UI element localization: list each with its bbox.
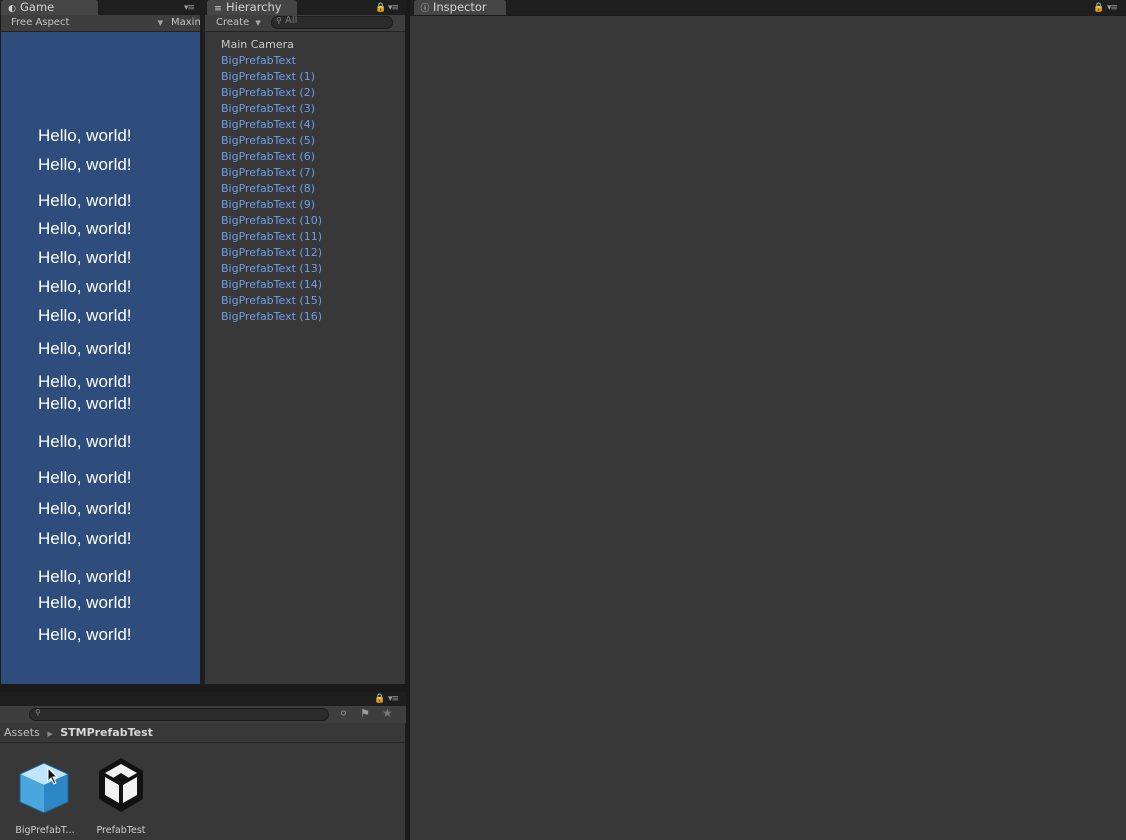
search-icon: ⚲ — [276, 16, 282, 25]
hello-world-text: Hello, world! — [38, 219, 132, 238]
chevron-down-icon: ▼ — [255, 19, 261, 27]
mouse-cursor-icon — [47, 767, 59, 785]
inspector-tab-bar — [410, 0, 1126, 15]
tab-inspector[interactable]: ⓘ Inspector — [414, 0, 506, 15]
hierarchy-search-placeholder: All — [285, 15, 298, 26]
breadcrumb-root[interactable]: Assets — [4, 726, 40, 739]
hello-world-text: Hello, world! — [38, 432, 132, 451]
hierarchy-item-prefab[interactable]: BigPrefabText (9) — [221, 197, 315, 213]
asset-item-bigprefabtext[interactable]: BigPrefabT... — [10, 753, 80, 836]
game-panel-menu-icon[interactable]: ▾≡ — [184, 3, 195, 13]
game-toolbar: Free Aspect ▼ Maxim — [1, 15, 200, 32]
breadcrumb-separator-icon: ▶ — [47, 730, 53, 738]
chevron-down-icon: ▼ — [157, 19, 163, 27]
tab-hierarchy-label: Hierarchy — [226, 0, 282, 14]
hello-world-text: Hello, world! — [38, 625, 132, 644]
panel-divider[interactable] — [200, 15, 205, 685]
hello-world-text: Hello, world! — [38, 499, 132, 518]
project-panel: Assets ▶ STMPrefabTest BigPrefabT... Pre… — [0, 723, 406, 840]
hierarchy-search-input[interactable]: ⚲ All — [271, 15, 393, 29]
breadcrumb-divider — [0, 742, 406, 743]
hierarchy-item-prefab[interactable]: BigPrefabText — [221, 53, 296, 69]
create-dropdown[interactable]: Create ▼ — [216, 15, 261, 31]
hierarchy-item-prefab[interactable]: BigPrefabText (14) — [221, 277, 322, 293]
search-icon: ⚲ — [35, 708, 41, 717]
hello-world-text: Hello, world! — [38, 191, 132, 210]
hello-world-text: Hello, world! — [38, 468, 132, 487]
inspector-panel — [410, 16, 1126, 840]
hello-world-text: Hello, world! — [38, 126, 132, 145]
hello-world-text: Hello, world! — [38, 339, 132, 358]
hierarchy-item-main-camera[interactable]: Main Camera — [221, 37, 294, 53]
hello-world-text: Hello, world! — [38, 567, 132, 586]
hierarchy-item-prefab[interactable]: BigPrefabText (15) — [221, 293, 322, 309]
unity-scene-icon — [99, 758, 143, 812]
maximize-on-play-button[interactable]: Maxim — [171, 15, 200, 31]
prefab-cube-icon — [19, 762, 69, 814]
asset-label: PrefabTest — [96, 825, 146, 836]
hierarchy-item-prefab[interactable]: BigPrefabText (10) — [221, 213, 322, 229]
filter-by-type-icon[interactable]: ⚪ — [339, 707, 348, 720]
hello-world-text: Hello, world! — [38, 394, 132, 413]
project-lock-icon[interactable]: 🔒 — [374, 694, 385, 704]
inspector-lock-icon[interactable]: 🔒 — [1093, 3, 1104, 13]
filter-by-label-icon[interactable]: ⚑ — [360, 707, 370, 720]
hierarchy-item-prefab[interactable]: BigPrefabText (5) — [221, 133, 315, 149]
hierarchy-item-prefab[interactable]: BigPrefabText (16) — [221, 309, 322, 325]
hello-world-text: Hello, world! — [38, 372, 132, 391]
hello-world-text: Hello, world! — [38, 529, 132, 548]
hello-world-text: Hello, world! — [38, 593, 132, 612]
hello-world-text: Hello, world! — [38, 155, 132, 174]
tab-inspector-label: Inspector — [433, 0, 487, 14]
hierarchy-item-prefab[interactable]: BigPrefabText (7) — [221, 165, 315, 181]
game-view[interactable]: Hello, world! Hello, world! Hello, world! H… — [1, 32, 200, 684]
breadcrumb: Assets ▶ STMPrefabTest — [4, 726, 153, 740]
aspect-dropdown[interactable]: Free Aspect ▼ — [11, 15, 163, 31]
info-icon: ⓘ — [420, 4, 430, 14]
hierarchy-panel: Main Camera BigPrefabText BigPrefabText (1… — [205, 32, 405, 684]
project-header: 🔒 ▾≡ — [0, 692, 406, 706]
inspector-panel-menu-icon[interactable]: ▾≡ — [1107, 3, 1118, 13]
hierarchy-item-prefab[interactable]: BigPrefabText (1) — [221, 69, 315, 85]
hierarchy-item-prefab[interactable]: BigPrefabText (2) — [221, 85, 315, 101]
project-panel-menu-icon[interactable]: ▾≡ — [388, 694, 399, 704]
hierarchy-item-prefab[interactable]: BigPrefabText (6) — [221, 149, 315, 165]
hierarchy-item-prefab[interactable]: BigPrefabText (13) — [221, 261, 322, 277]
favorites-star-icon[interactable]: ★ — [382, 706, 393, 720]
hierarchy-item-prefab[interactable]: BigPrefabText (3) — [221, 101, 315, 117]
hierarchy-item-prefab[interactable]: BigPrefabText (12) — [221, 245, 322, 261]
hierarchy-item-prefab[interactable]: BigPrefabText (8) — [221, 181, 315, 197]
tab-game-label: Game — [20, 0, 55, 14]
hierarchy-panel-menu-icon[interactable]: ▾≡ — [388, 3, 399, 13]
panel-divider[interactable] — [406, 0, 410, 840]
breadcrumb-folder[interactable]: STMPrefabTest — [60, 726, 153, 739]
create-dropdown-label: Create — [216, 17, 250, 28]
asset-label: BigPrefabT... — [15, 825, 75, 836]
hierarchy-lock-icon[interactable]: 🔒 — [375, 3, 386, 13]
hierarchy-toolbar: Create ▼ ⚲ All — [205, 15, 405, 32]
project-search-input[interactable]: ⚲ — [29, 708, 329, 721]
project-toolbar: ⚲ ⚪ ⚑ ★ — [0, 706, 406, 724]
hello-world-text: Hello, world! — [38, 277, 132, 296]
asset-item-prefabtest[interactable]: PrefabTest — [86, 753, 156, 836]
tab-hierarchy[interactable]: ≡ Hierarchy — [207, 0, 297, 15]
hierarchy-item-prefab[interactable]: BigPrefabText (11) — [221, 229, 322, 245]
aspect-dropdown-label: Free Aspect — [11, 17, 70, 28]
hierarchy-item-prefab[interactable]: BigPrefabText (4) — [221, 117, 315, 133]
hello-world-text: Hello, world! — [38, 248, 132, 267]
hello-world-text: Hello, world! — [38, 306, 132, 325]
tab-game[interactable]: ◐ Game — [1, 0, 98, 15]
